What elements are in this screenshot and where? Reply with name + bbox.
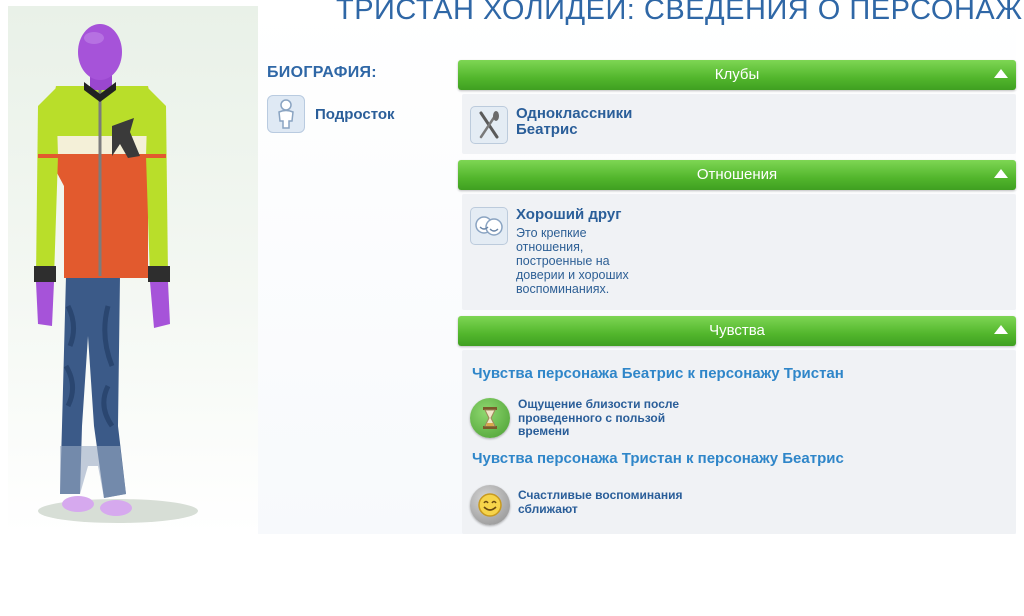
feeling-line: проведенного с пользой — [518, 410, 666, 425]
feeling-item[interactable]: Ощущение близости после проведенного с п… — [470, 397, 718, 439]
friends-faces-icon — [470, 207, 508, 245]
sim-character-figure — [34, 24, 198, 523]
clubs-section-header[interactable]: Клубы — [458, 60, 1016, 90]
feeling-item[interactable]: Счастливые воспоминания сближают — [470, 485, 718, 525]
feeling-line: сближают — [518, 501, 578, 516]
biography-age-item: Подросток — [267, 95, 395, 133]
relationships-section-header[interactable]: Отношения — [458, 160, 1016, 190]
feelings-group-heading: Чувства персонажа Беатрис к персонажу Тр… — [472, 365, 844, 382]
club-name-line1: Одноклассники — [516, 105, 633, 122]
clubs-header-label: Клубы — [714, 66, 760, 83]
feeling-description: Счастливые воспоминания сближают — [518, 488, 718, 516]
desc-line: Это крепкие — [516, 226, 587, 240]
club-name-line2: Беатрис — [516, 121, 578, 138]
relationships-header-label: Отношения — [696, 166, 778, 183]
collapse-chevron-icon[interactable] — [994, 69, 1008, 78]
feeling-line: времени — [518, 424, 570, 438]
feelings-section-header[interactable]: Чувства — [458, 316, 1016, 346]
teen-figure-icon — [267, 95, 305, 133]
relationship-item[interactable]: Хороший друг Это крепкие отношения, пост… — [470, 207, 656, 296]
feeling-line: Счастливые воспоминания — [518, 488, 683, 502]
hourglass-icon — [470, 398, 510, 438]
feelings-header-label: Чувства — [709, 322, 765, 339]
age-label: Подросток — [315, 105, 395, 123]
feeling-line: Ощущение близости после — [518, 397, 680, 411]
relationship-title: Хороший друг — [516, 206, 622, 223]
feelings-group-heading: Чувства персонажа Тристан к персонажу Бе… — [472, 450, 844, 467]
feeling-description: Ощущение близости после проведенного с п… — [518, 397, 718, 439]
desc-line: доверии и хороших — [516, 268, 629, 282]
relationship-description: Это крепкие отношения, построенные на до… — [516, 226, 656, 296]
character-portrait — [8, 6, 260, 534]
desc-line: воспоминаниях. — [516, 282, 610, 296]
collapse-chevron-icon[interactable] — [994, 169, 1008, 178]
biography-heading: БИОГРАФИЯ: — [267, 64, 377, 81]
page-title: ТРИСТАН ХОЛИДЕЙ: СВЕДЕНИЯ О ПЕРСОНАЖЕ — [336, 0, 1024, 26]
fork-knife-icon — [470, 106, 508, 144]
smiley-face-icon — [470, 485, 510, 525]
desc-line: построенные на — [516, 254, 610, 268]
club-item[interactable]: Одноклассники Беатрис — [470, 106, 632, 144]
collapse-chevron-icon[interactable] — [994, 325, 1008, 334]
desc-line: отношения, — [516, 240, 584, 254]
